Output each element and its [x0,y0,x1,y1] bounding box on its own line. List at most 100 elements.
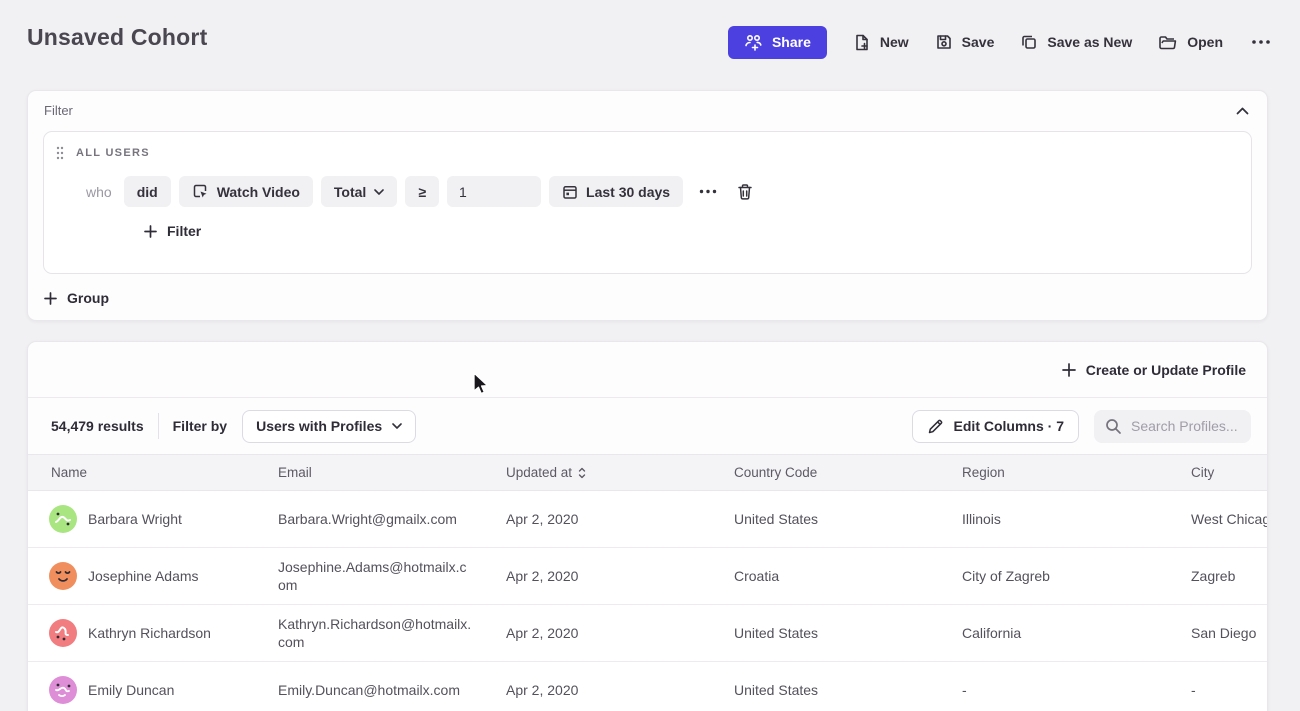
open-button[interactable]: Open [1158,34,1223,51]
column-header-name[interactable]: Name [28,465,278,480]
profile-email: Kathryn.Richardson@hotmailx.com [278,615,474,651]
avatar [49,619,77,647]
profile-name: Josephine Adams [88,568,199,584]
new-document-icon [853,33,871,52]
drag-handle-icon[interactable] [56,146,64,160]
chevron-up-icon [1236,107,1249,115]
filter-clause-row: who did Watch Video Total [44,160,1251,207]
add-group-button[interactable]: Group [44,290,109,306]
ellipsis-icon [1251,39,1271,45]
page-title: Unsaved Cohort [27,24,207,51]
save-as-new-button[interactable]: Save as New [1020,33,1132,51]
plus-icon [144,225,157,238]
share-users-icon [744,34,763,51]
sort-icon[interactable] [578,467,586,479]
copy-icon [1020,33,1038,51]
new-label: New [880,34,909,50]
column-header-email[interactable]: Email [278,465,506,480]
table-row[interactable]: Kathryn Richardson Kathryn.Richardson@ho… [28,605,1267,662]
filter-panel-label: Filter [44,103,73,118]
column-header-region[interactable]: Region [962,465,1191,480]
aggregation-label: Total [334,184,366,200]
search-profiles-input[interactable] [1131,418,1241,434]
create-or-update-profile-button[interactable]: Create or Update Profile [1062,362,1246,378]
filter-by-label: Filter by [173,418,227,434]
who-label: who [86,184,112,200]
plus-icon [44,292,57,305]
cursor-click-icon [192,183,209,200]
aggregation-pill[interactable]: Total [321,176,397,207]
profile-name: Barbara Wright [88,511,182,527]
avatar [49,676,77,704]
event-pill[interactable]: Watch Video [179,176,313,207]
top-header: Unsaved Cohort Share New [27,0,1273,88]
profile-city: - [1191,682,1268,698]
column-header-country-code[interactable]: Country Code [734,465,962,480]
chevron-down-icon [392,423,402,429]
profile-city: San Diego [1191,625,1268,641]
toolbar: Share New Save Save [728,26,1273,59]
profile-name: Kathryn Richardson [88,625,211,641]
table-row[interactable]: Josephine Adams Josephine.Adams@hotmailx… [28,548,1267,605]
results-count: 54,479 results [51,418,144,434]
filter-panel: Filter ALL USERS who did [27,90,1268,321]
results-panel: Create or Update Profile 54,479 results … [27,341,1268,711]
date-range-pill[interactable]: Last 30 days [549,176,683,207]
open-label: Open [1187,34,1223,50]
calendar-icon [562,184,578,200]
save-as-new-label: Save as New [1047,34,1132,50]
header-more-button[interactable] [1249,37,1273,47]
profile-region: City of Zagreb [962,568,1191,584]
edit-columns-button[interactable]: Edit Columns · 7 [912,410,1079,443]
profile-country: United States [734,682,962,698]
profile-country: United States [734,625,962,641]
ellipsis-icon [699,189,717,194]
filter-group-card: ALL USERS who did Watch Video Total [43,131,1252,274]
search-icon [1105,418,1122,435]
value-input[interactable] [447,176,541,207]
clause-more-button[interactable] [697,187,719,196]
create-or-update-profile-label: Create or Update Profile [1086,362,1246,378]
edit-columns-label: Edit Columns · 7 [954,418,1064,434]
avatar [49,505,77,533]
results-bar: 54,479 results Filter by Users with Prof… [28,398,1267,454]
operator-pill[interactable]: ≥ [405,176,439,207]
table-row[interactable]: Emily Duncan Emily.Duncan@hotmailx.com A… [28,662,1267,711]
profile-city: West Chicago [1191,511,1268,527]
profile-email: Barbara.Wright@gmailx.com [278,510,474,528]
profile-region: Illinois [962,511,1191,527]
group-header-label: ALL USERS [76,147,150,159]
add-filter-button[interactable]: Filter [144,223,201,239]
trash-icon [737,183,753,201]
search-box [1094,410,1251,443]
chevron-down-icon [374,189,384,195]
profile-updated-at: Apr 2, 2020 [506,625,734,641]
share-button[interactable]: Share [728,26,827,59]
new-button[interactable]: New [853,33,909,52]
profile-city: Zagreb [1191,568,1268,584]
profile-region: - [962,682,1191,698]
save-button[interactable]: Save [935,33,995,51]
event-label: Watch Video [217,184,300,200]
did-pill[interactable]: did [124,176,171,207]
profile-name: Emily Duncan [88,682,174,698]
column-header-city[interactable]: City [1191,465,1268,480]
profiles-dropdown[interactable]: Users with Profiles [242,410,416,443]
operator-label: ≥ [418,184,426,200]
save-icon [935,33,953,51]
delete-clause-button[interactable] [735,181,755,203]
profile-email: Josephine.Adams@hotmailx.com [278,558,474,594]
save-label: Save [962,34,995,50]
column-header-updated-at[interactable]: Updated at [506,465,734,480]
table-row[interactable]: Barbara Wright Barbara.Wright@gmailx.com… [28,491,1267,548]
folder-icon [1158,34,1178,51]
collapse-filter-button[interactable] [1234,105,1251,117]
did-label: did [137,184,158,200]
avatar [49,562,77,590]
profiles-dropdown-label: Users with Profiles [256,418,382,434]
pencil-icon [927,418,944,435]
date-range-label: Last 30 days [586,184,670,200]
profile-updated-at: Apr 2, 2020 [506,682,734,698]
add-group-label: Group [67,290,109,306]
profile-updated-at: Apr 2, 2020 [506,511,734,527]
